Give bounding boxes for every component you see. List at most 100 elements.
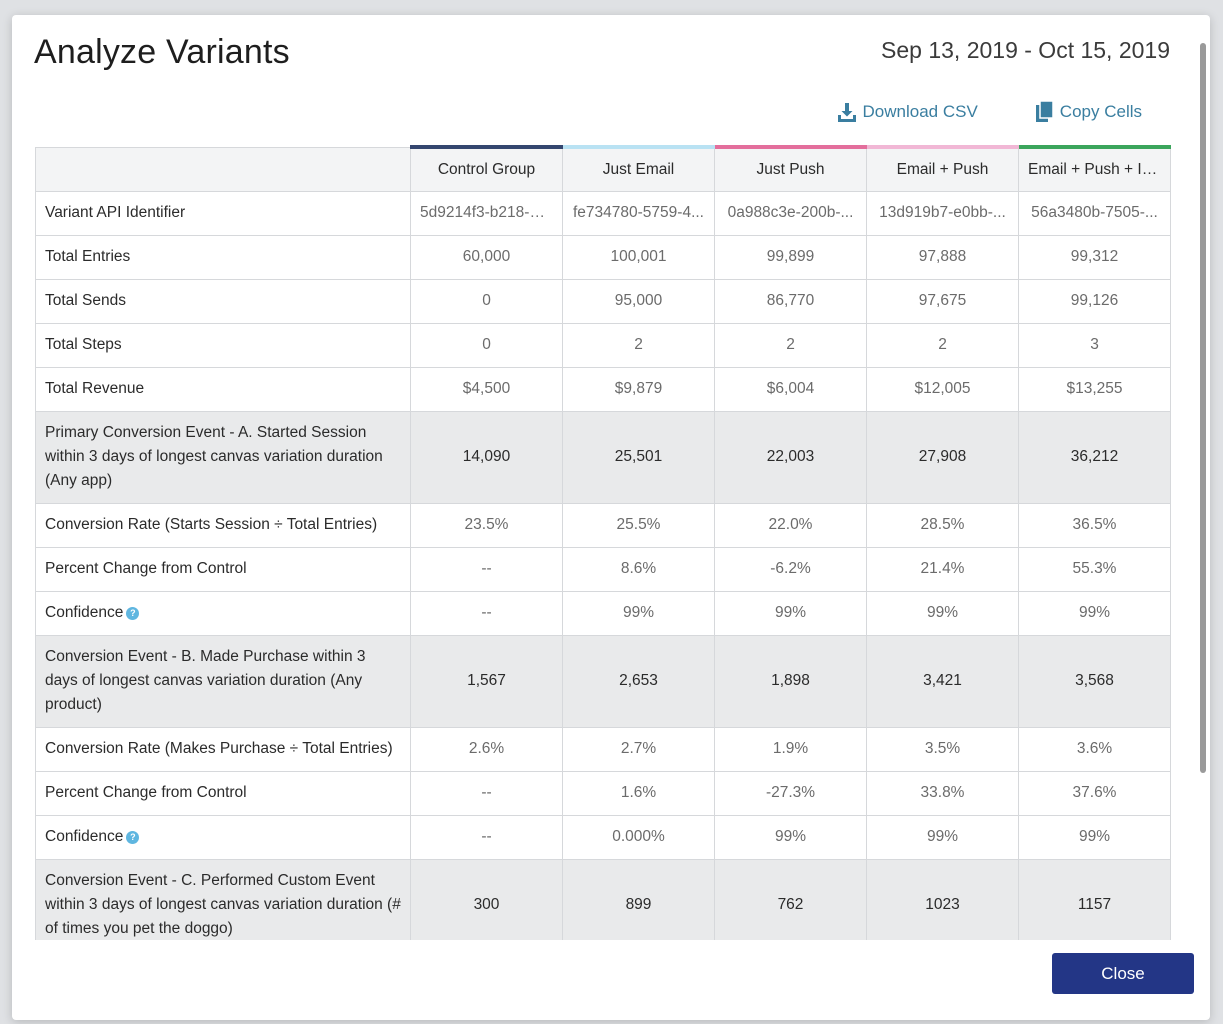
table-row: Primary Conversion Event - A. Started Se… — [35, 410, 1171, 504]
value-cell: 99% — [866, 590, 1019, 636]
row-label: Confidence — [45, 604, 124, 621]
value-cell: 8.6% — [562, 546, 715, 592]
value-cell: 56a3480b-7505-... — [1018, 190, 1171, 236]
value-cell: 2,653 — [562, 634, 715, 728]
table-row: Percent Change from Control -- 1.6% -27.3% 3… — [35, 770, 1171, 816]
row-label-cell: Primary Conversion Event - A. Started Se… — [35, 410, 411, 504]
value-cell: 23.5% — [410, 502, 563, 548]
row-label-cell: Percent Change from Control — [35, 546, 411, 592]
value-cell: 0a988c3e-200b-... — [714, 190, 867, 236]
value-cell: 3.6% — [1018, 726, 1171, 772]
table-row: Total Steps 0 2 2 2 3 — [35, 322, 1171, 368]
help-icon[interactable]: ? — [126, 607, 140, 620]
download-csv-button[interactable]: Download CSV — [837, 102, 978, 122]
value-cell: 99% — [866, 814, 1019, 860]
row-label: Percent Change from Control — [45, 560, 247, 577]
row-label: Total Entries — [45, 248, 131, 265]
value-cell: 97,675 — [866, 278, 1019, 324]
table-row: Total Sends 0 95,000 86,770 97,675 99,126 — [35, 278, 1171, 324]
row-label-cell: Total Sends — [35, 278, 411, 324]
row-label-cell: Confidence? — [35, 590, 411, 636]
value-cell: 99% — [562, 590, 715, 636]
value-cell: 25.5% — [562, 502, 715, 548]
value-cell: 13d919b7-e0bb-... — [866, 190, 1019, 236]
value-cell: 1,898 — [714, 634, 867, 728]
value-cell: 99% — [714, 814, 867, 860]
value-cell: 1.9% — [714, 726, 867, 772]
table-row: Confidence? -- 99% 99% 99% 99% — [35, 590, 1171, 636]
row-label-cell: Conversion Event - B. Made Purchase with… — [35, 634, 411, 728]
row-label: Variant API Identifier — [45, 204, 186, 221]
vertical-scrollbar[interactable] — [1200, 43, 1206, 773]
table-row: Conversion Event - B. Made Purchase with… — [35, 634, 1171, 728]
row-label: Total Steps — [45, 336, 122, 353]
row-label: Conversion Rate (Starts Session ÷ Total … — [45, 516, 378, 533]
value-cell: -- — [410, 814, 563, 860]
table-actions: Download CSV Copy Cells — [837, 101, 1142, 123]
row-label-cell: Variant API Identifier — [35, 190, 411, 236]
row-label: Conversion Event - B. Made Purchase with… — [45, 648, 366, 713]
row-label-cell: Conversion Rate (Starts Session ÷ Total … — [35, 502, 411, 548]
value-cell: 2 — [714, 322, 867, 368]
value-cell: 5d9214f3-b218-4f... — [410, 190, 563, 236]
value-cell: 1023 — [866, 858, 1019, 940]
value-cell: 3,568 — [1018, 634, 1171, 728]
value-cell: 3 — [1018, 322, 1171, 368]
copy-cells-button[interactable]: Copy Cells — [1035, 101, 1142, 123]
row-label-cell: Total Revenue — [35, 366, 411, 412]
download-icon — [837, 102, 857, 122]
column-header: Email + Push — [866, 145, 1019, 192]
value-cell: 27,908 — [866, 410, 1019, 504]
value-cell: 25,501 — [562, 410, 715, 504]
value-cell: 0.000% — [562, 814, 715, 860]
value-cell: 2.6% — [410, 726, 563, 772]
table-row: Total Entries 60,000 100,001 99,899 97,888 99… — [35, 234, 1171, 280]
row-label: Conversion Rate (Makes Purchase ÷ Total … — [45, 740, 393, 757]
table-header-row: Control Group Just Email Just Push Email… — [35, 145, 1171, 192]
value-cell: 1157 — [1018, 858, 1171, 940]
value-cell: $12,005 — [866, 366, 1019, 412]
value-cell: 2.7% — [562, 726, 715, 772]
value-cell: -6.2% — [714, 546, 867, 592]
value-cell: 99% — [714, 590, 867, 636]
analyze-variants-modal: Analyze Variants Sep 13, 2019 - Oct 15, … — [12, 15, 1210, 1020]
help-icon[interactable]: ? — [126, 831, 140, 844]
value-cell: 99,899 — [714, 234, 867, 280]
table-row: Variant API Identifier 5d9214f3-b218-4f..… — [35, 190, 1171, 236]
value-cell: 55.3% — [1018, 546, 1171, 592]
value-cell: 21.4% — [866, 546, 1019, 592]
value-cell: 60,000 — [410, 234, 563, 280]
value-cell: $6,004 — [714, 366, 867, 412]
close-button[interactable]: Close — [1052, 953, 1194, 994]
value-cell: 99% — [1018, 814, 1171, 860]
value-cell: 99,126 — [1018, 278, 1171, 324]
column-header: Email + Push + IA... — [1018, 145, 1171, 192]
value-cell: 95,000 — [562, 278, 715, 324]
variants-table: Control Group Just Email Just Push Email… — [35, 145, 1171, 940]
value-cell: 0 — [410, 322, 563, 368]
value-cell: 14,090 — [410, 410, 563, 504]
value-cell: 99% — [1018, 590, 1171, 636]
modal-title: Analyze Variants — [34, 33, 290, 71]
value-cell: 86,770 — [714, 278, 867, 324]
table-row: Conversion Rate (Makes Purchase ÷ Total … — [35, 726, 1171, 772]
row-label-cell: Percent Change from Control — [35, 770, 411, 816]
value-cell: -27.3% — [714, 770, 867, 816]
row-label-cell: Confidence? — [35, 814, 411, 860]
value-cell: -- — [410, 770, 563, 816]
value-cell: 22,003 — [714, 410, 867, 504]
download-csv-label: Download CSV — [862, 102, 978, 121]
table-row: Conversion Event - C. Performed Custom E… — [35, 858, 1171, 940]
value-cell: 300 — [410, 858, 563, 940]
row-label: Primary Conversion Event - A. Started Se… — [45, 424, 383, 489]
value-cell: 1.6% — [562, 770, 715, 816]
copy-cells-label: Copy Cells — [1059, 102, 1142, 121]
row-label-cell: Conversion Event - C. Performed Custom E… — [35, 858, 411, 940]
value-cell: 2 — [562, 322, 715, 368]
column-header: Just Email — [562, 145, 715, 192]
header-corner-cell — [35, 146, 411, 192]
value-cell: 2 — [866, 322, 1019, 368]
variants-table-container[interactable]: Control Group Just Email Just Push Email… — [35, 145, 1171, 940]
value-cell: 37.6% — [1018, 770, 1171, 816]
value-cell: 33.8% — [866, 770, 1019, 816]
